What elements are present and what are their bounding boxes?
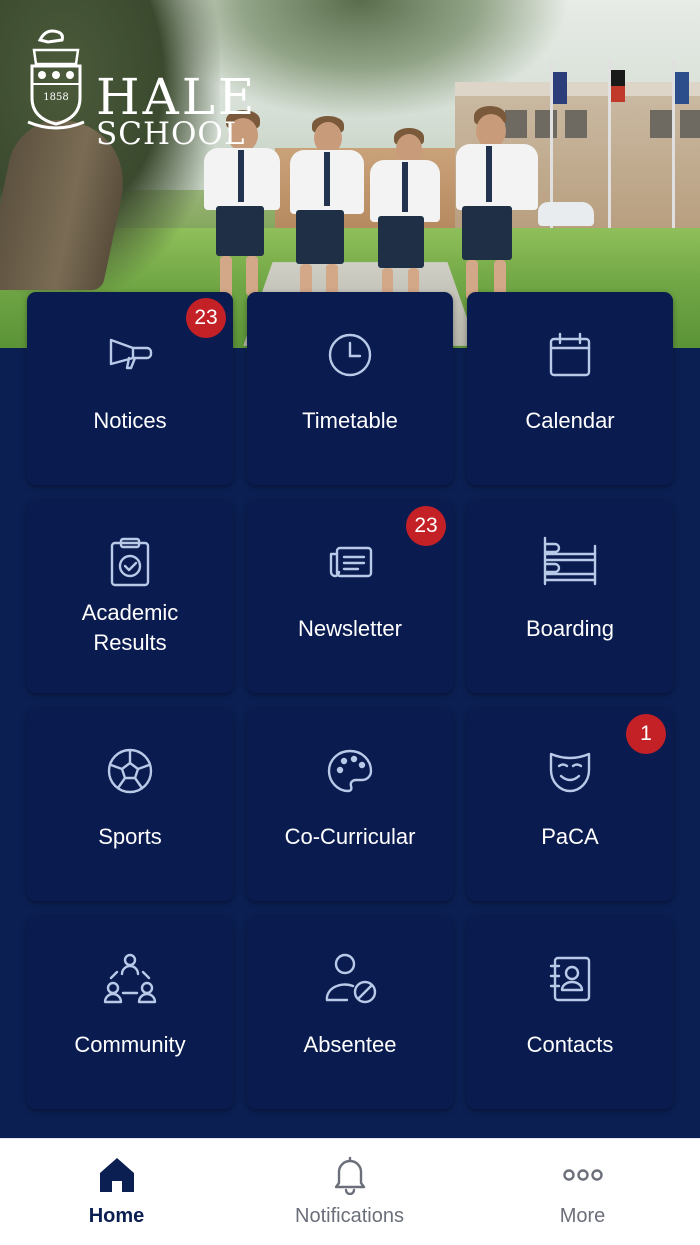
tile-co-curricular[interactable]: Co-Curricular [247, 708, 453, 901]
user-absent-icon [325, 952, 377, 1004]
tile-label: Notices [93, 408, 167, 433]
clipboard-check-icon [105, 537, 155, 587]
tile-label: Contacts [526, 1032, 614, 1057]
tile-label: Sports [98, 824, 162, 849]
tile-contacts[interactable]: Contacts [467, 916, 673, 1109]
megaphone-icon [105, 330, 155, 380]
tab-label: More [559, 1205, 606, 1227]
contacts-book-icon [545, 954, 595, 1004]
tab-home[interactable]: Home [0, 1139, 233, 1245]
tile-community[interactable]: Community [27, 916, 233, 1109]
bottom-tab-bar: Home Notifications More [0, 1138, 700, 1245]
tab-notifications[interactable]: Notifications [233, 1139, 466, 1245]
school-logo: 1858 HALE SCHOOL [26, 26, 266, 150]
tile-academic-results[interactable]: Academic Results [27, 500, 233, 693]
tile-calendar[interactable]: Calendar [467, 292, 673, 485]
newsletter-badge: 23 [406, 506, 446, 546]
newspaper-icon [325, 538, 375, 588]
tile-label: PaCA [541, 824, 599, 849]
notices-badge: 23 [186, 298, 226, 338]
clock-icon [325, 330, 375, 380]
tile-label: Absentee [303, 1032, 397, 1057]
home-icon [100, 1158, 134, 1192]
tile-label: Co-Curricular [284, 824, 416, 849]
tile-label: Timetable [302, 408, 398, 433]
tile-label: Boarding [525, 616, 615, 641]
bell-icon [334, 1156, 366, 1195]
tab-label: Home [88, 1205, 145, 1227]
tab-more[interactable]: More [466, 1139, 699, 1245]
tile-timetable[interactable]: Timetable [247, 292, 453, 485]
tile-label: Calendar [525, 408, 615, 433]
tile-sports[interactable]: Sports [27, 708, 233, 901]
tile-boarding[interactable]: Boarding [467, 500, 673, 693]
tile-label-line2: Results [93, 630, 167, 655]
community-icon [103, 952, 157, 1004]
tile-label: Newsletter [298, 616, 402, 641]
tile-absentee[interactable]: Absentee [247, 916, 453, 1109]
logo-name: HALE [96, 68, 258, 126]
tile-label-line1: Academic [81, 600, 179, 625]
logo-subname: SCHOOL [96, 116, 246, 152]
school-crest-icon [27, 29, 85, 130]
palette-icon [325, 746, 375, 796]
more-dots-icon [563, 1169, 603, 1181]
tile-label: Community [74, 1032, 186, 1057]
bunk-bed-icon [541, 536, 599, 586]
crest-year: 1858 [43, 92, 69, 103]
theatre-mask-icon [545, 746, 595, 796]
paca-badge: 1 [626, 714, 666, 754]
tab-label: Notifications [295, 1205, 404, 1227]
soccer-ball-icon [105, 746, 155, 796]
calendar-icon [545, 330, 595, 380]
